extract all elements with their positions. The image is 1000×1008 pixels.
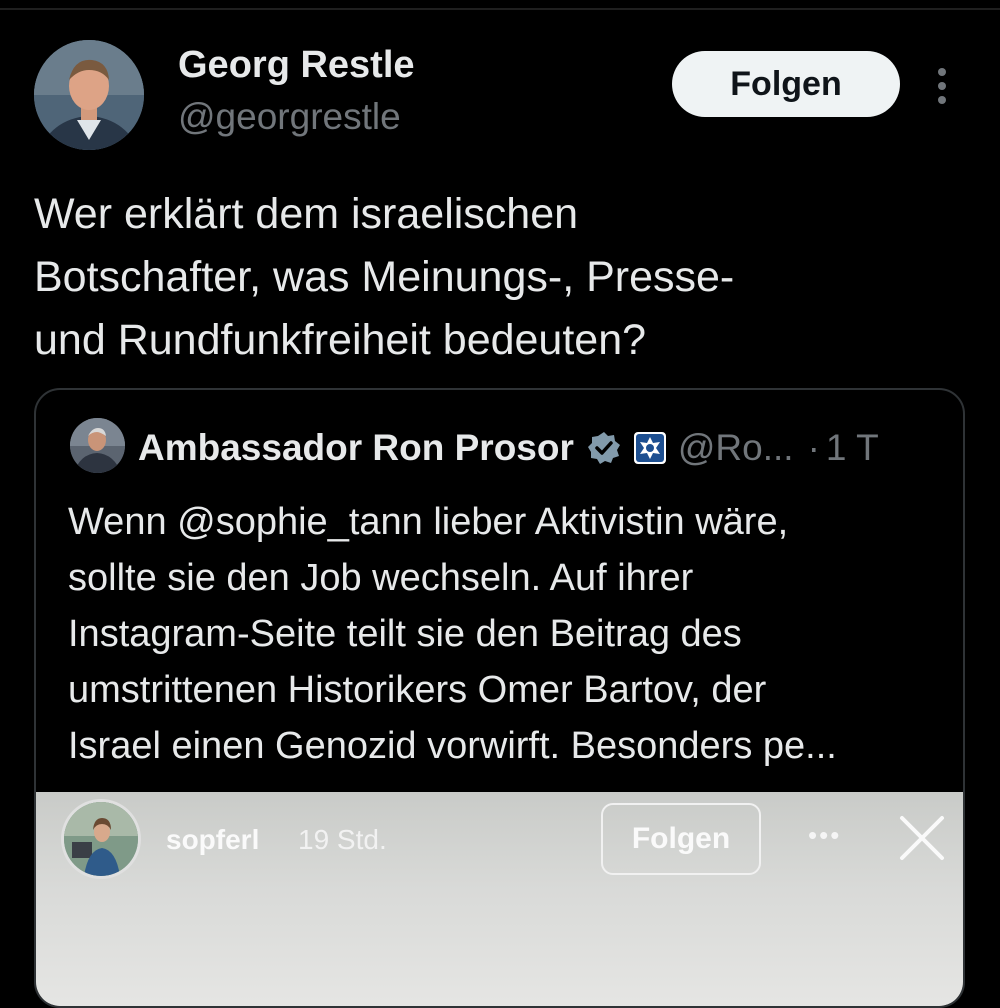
quote-text-line: Israel einen Genozid vorwirft. Besonders… <box>68 725 837 767</box>
quote-text-line: umstrittenen Historikers Omer Bartov, de… <box>68 669 767 711</box>
top-divider <box>0 8 1000 10</box>
follow-button[interactable]: Folgen <box>672 51 900 117</box>
instagram-timestamp: 19 Std. <box>298 824 387 855</box>
instagram-user-avatar <box>64 802 138 876</box>
quote-text: Wenn @sophie_tann lieber Aktivistin wäre… <box>68 494 948 774</box>
instagram-more-icon: ••• <box>808 820 842 850</box>
instagram-follow-button: Folgen <box>601 803 761 875</box>
quote-media-image[interactable]: sopferl 19 Std. Folgen ••• <box>36 792 963 1006</box>
author-handle[interactable]: @georgrestle <box>178 96 401 138</box>
quote-text-line: Instagram-Seite teilt sie den Beitrag de… <box>68 613 742 655</box>
quote-author-handle[interactable]: @Ro... <box>678 427 794 469</box>
quote-author-avatar[interactable] <box>70 418 125 473</box>
quote-text-line: sollte sie den Job wechseln. Auf ihrer <box>68 557 694 599</box>
verified-badge-icon <box>587 432 620 464</box>
quote-text-line: Wenn @sophie_tann lieber Aktivistin wäre… <box>68 501 789 543</box>
tweet-text: Wer erklärt dem israelischen Botschafter… <box>34 183 934 372</box>
quote-author-name[interactable]: Ambassador Ron Prosor <box>138 427 574 469</box>
government-emblem-icon <box>633 432 666 464</box>
author-name[interactable]: Georg Restle <box>178 44 415 87</box>
quoted-tweet[interactable]: Ambassador Ron Prosor @Ro... · 1 T Wenn … <box>34 388 965 1008</box>
author-avatar[interactable] <box>34 40 144 150</box>
tweet-text-line: Botschafter, was Meinungs-, Presse- <box>34 253 735 301</box>
header-separator: · <box>807 427 820 468</box>
tweet-text-line: und Rundfunkfreiheit bedeuten? <box>34 316 647 364</box>
instagram-close-icon <box>900 816 944 860</box>
instagram-username: sopferl <box>166 824 260 855</box>
quote-timestamp[interactable]: 1 T <box>826 427 879 469</box>
quote-header: Ambassador Ron Prosor @Ro... · 1 T <box>138 420 879 476</box>
tweet-text-line: Wer erklärt dem israelischen <box>34 190 579 238</box>
more-options-icon[interactable] <box>930 64 954 108</box>
